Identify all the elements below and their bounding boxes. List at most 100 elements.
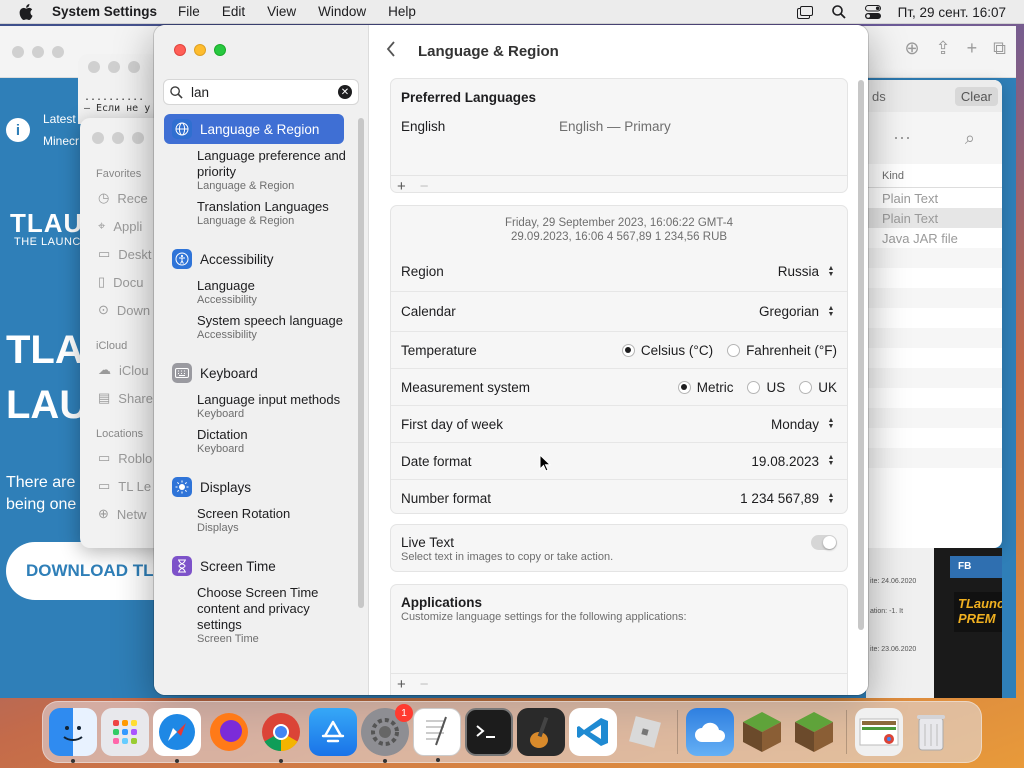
preferred-languages-header: Preferred Languages: [401, 90, 537, 105]
menu-file[interactable]: File: [167, 4, 211, 19]
search-result[interactable]: Translation Languages Language & Region: [154, 199, 354, 228]
traffic-lights: [174, 44, 226, 56]
finder-item[interactable]: ☁ iClou: [98, 362, 149, 378]
add-application-button[interactable]: +: [397, 676, 406, 693]
dock-garageband[interactable]: [517, 708, 565, 756]
metric-radio[interactable]: Metric: [677, 380, 733, 395]
calendar-row[interactable]: Calendar Gregorian ▲ ▼: [391, 292, 847, 332]
kind-column-header[interactable]: Kind: [866, 164, 1002, 188]
dock-safari[interactable]: [153, 708, 201, 763]
finder-item[interactable]: ⊕ Netw: [98, 506, 147, 522]
finder-item[interactable]: ▭ Deskt: [98, 246, 152, 262]
language-row[interactable]: English English — Primary: [391, 105, 847, 175]
dock-chrome[interactable]: [257, 708, 305, 763]
sidebar-item-language-region[interactable]: Language & Region: [164, 114, 344, 144]
window-icon[interactable]: [788, 5, 822, 19]
finder-item[interactable]: ▯ Docu: [98, 274, 144, 290]
measurement-row: Measurement system Metric US UK: [391, 369, 847, 406]
search-icon[interactable]: ⌕: [965, 128, 975, 149]
date-format-popup[interactable]: 19.08.2023 ▲ ▼: [751, 453, 837, 469]
dock-app-store[interactable]: [309, 708, 357, 756]
sidebar-item-displays[interactable]: Displays: [164, 472, 344, 502]
dock-vscode[interactable]: [569, 708, 617, 756]
search-result[interactable]: Language preference and priority Languag…: [154, 148, 354, 193]
date-format-row[interactable]: Date format 19.08.2023 ▲ ▼: [391, 443, 847, 480]
dock-textedit[interactable]: [413, 708, 461, 762]
search-result[interactable]: Choose Screen Time content and privacy s…: [154, 585, 354, 646]
finder-item[interactable]: ▭ Roblo: [98, 450, 152, 466]
clear-search-icon[interactable]: ✕: [338, 85, 352, 99]
file-row[interactable]: Plain Text: [866, 208, 1002, 228]
search-result[interactable]: Screen Rotation Displays: [154, 506, 354, 535]
dock-chrome-apps[interactable]: [855, 708, 903, 756]
search-input[interactable]: [191, 84, 331, 100]
finder-item[interactable]: ⌖ Appli: [98, 218, 142, 234]
uk-radio[interactable]: UK: [799, 380, 837, 395]
finder-item[interactable]: ▭ TL Le: [98, 478, 151, 494]
search-result[interactable]: Language input methods Keyboard: [154, 392, 354, 421]
close-button[interactable]: [174, 44, 186, 56]
search-result[interactable]: Dictation Keyboard: [154, 427, 354, 456]
dock-launchpad[interactable]: [101, 708, 149, 756]
menu-window[interactable]: Window: [307, 4, 377, 19]
menu-help[interactable]: Help: [377, 4, 427, 19]
remove-language-button[interactable]: −: [420, 178, 429, 195]
number-format-row[interactable]: Number format 1 234 567,89 ▲ ▼: [391, 480, 847, 517]
calendar-popup[interactable]: Gregorian ▲ ▼: [759, 304, 837, 320]
menu-edit[interactable]: Edit: [211, 4, 256, 19]
search-result[interactable]: System speech language Accessibility: [154, 313, 354, 342]
applications-card: Applications Customize language settings…: [390, 584, 848, 695]
clear-button[interactable]: Clear: [954, 86, 998, 106]
sidebar-item-keyboard[interactable]: Keyboard: [164, 358, 344, 388]
file-row[interactable]: Plain Text: [866, 188, 1002, 208]
tabs-overview-icon[interactable]: ⧉: [993, 38, 1006, 59]
dock-finder[interactable]: [49, 708, 97, 763]
dock-weather[interactable]: [686, 708, 734, 756]
search-icon[interactable]: [822, 5, 856, 19]
finder-item[interactable]: ◷ Rece: [98, 190, 148, 206]
finder-traffic-lights[interactable]: [92, 132, 144, 144]
dock-roblox[interactable]: [621, 708, 669, 756]
dock-system-settings[interactable]: 1: [361, 704, 413, 763]
dock-terminal[interactable]: [465, 708, 513, 756]
new-tab-icon[interactable]: +: [967, 38, 978, 59]
number-format-popup[interactable]: 1 234 567,89 ▲ ▼: [740, 491, 837, 507]
sidebar-item-accessibility[interactable]: Accessibility: [164, 244, 344, 274]
dock-minecraft[interactable]: [738, 708, 786, 756]
sidebar-results: Language & Region Language preference an…: [154, 114, 354, 652]
first-day-popup[interactable]: Monday ▲ ▼: [771, 416, 837, 432]
fahrenheit-radio[interactable]: Fahrenheit (°F): [727, 343, 837, 358]
control-center-icon[interactable]: [856, 5, 890, 19]
menu-app-name[interactable]: System Settings: [52, 4, 167, 19]
apple-icon[interactable]: [0, 3, 52, 20]
settings-sidebar: ✕ Language & Region Language preference …: [154, 25, 369, 695]
add-language-button[interactable]: +: [397, 178, 406, 195]
content-scrollbar[interactable]: [858, 80, 864, 630]
finder-item[interactable]: ⊙ Down: [98, 302, 150, 318]
region-popup[interactable]: Russia ▲ ▼: [778, 264, 837, 280]
safari-traffic-lights[interactable]: [12, 46, 64, 58]
us-radio[interactable]: US: [747, 380, 785, 395]
dock-firefox[interactable]: [205, 708, 253, 756]
sidebar-scrollbar[interactable]: [358, 118, 364, 608]
menu-clock[interactable]: Пт, 29 сент. 16:07: [890, 5, 1024, 20]
file-row[interactable]: Java JAR file: [866, 228, 1002, 248]
minimize-button[interactable]: [194, 44, 206, 56]
share-icon[interactable]: ⇪: [936, 38, 951, 59]
more-icon[interactable]: ⋯: [893, 128, 911, 149]
menu-view[interactable]: View: [256, 4, 307, 19]
live-text-toggle[interactable]: [811, 535, 837, 550]
search-result[interactable]: Language Accessibility: [154, 278, 354, 307]
back-chevron-icon[interactable]: [386, 40, 406, 62]
download-icon[interactable]: ⊕: [904, 38, 919, 59]
first-day-row[interactable]: First day of week Monday ▲ ▼: [391, 406, 847, 443]
celsius-radio[interactable]: Celsius (°C): [621, 343, 713, 358]
dock-trash[interactable]: [907, 708, 955, 756]
dock-minecraft[interactable]: [790, 708, 838, 756]
finder-item[interactable]: ▤ Share: [98, 390, 153, 406]
zoom-button[interactable]: [214, 44, 226, 56]
region-row[interactable]: Region Russia ▲ ▼: [391, 252, 847, 292]
remove-application-button[interactable]: −: [420, 676, 429, 693]
sidebar-item-screen-time[interactable]: Screen Time: [164, 551, 344, 581]
tlauncher-logo-sub: THE LAUNC: [14, 236, 81, 248]
